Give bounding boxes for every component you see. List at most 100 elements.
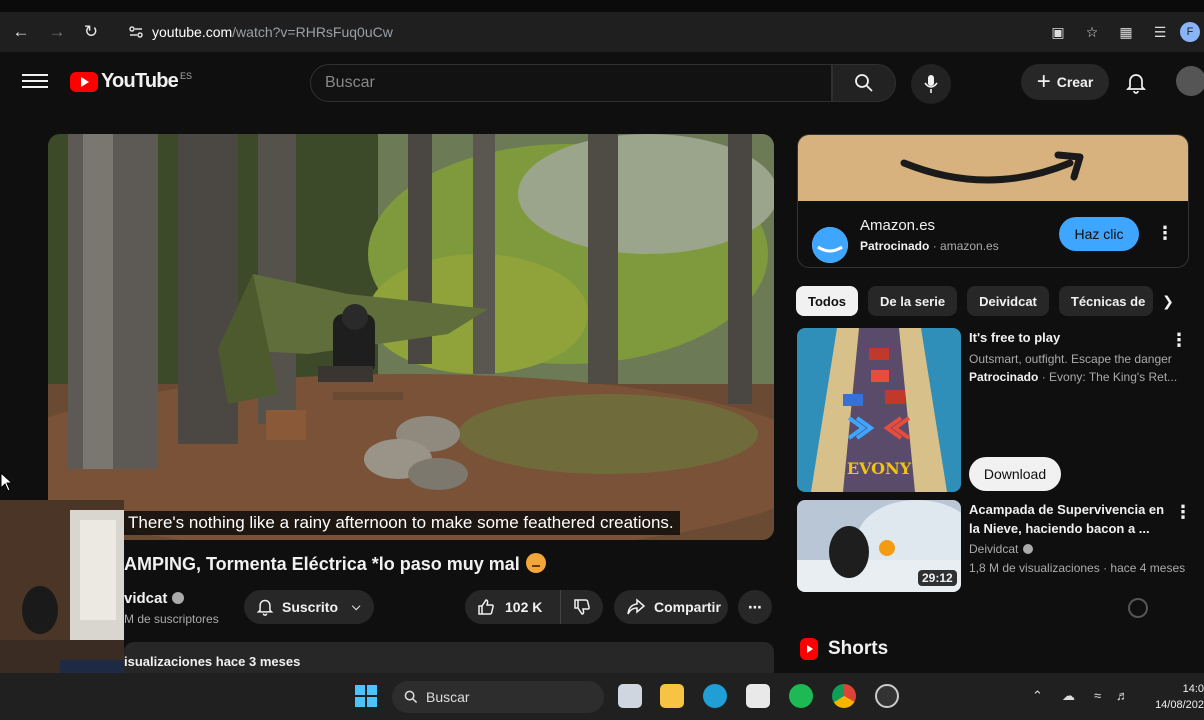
browser-toolbar: ← → ↻ youtube.com/watch?v=RHRsFuq0uCw ▣ … bbox=[0, 12, 1204, 52]
video-title: AMPING, Tormenta Eléctrica *lo paso muy … bbox=[124, 553, 546, 575]
dislike-button[interactable] bbox=[561, 598, 603, 616]
chip-de-la-serie[interactable]: De la serie bbox=[868, 286, 958, 316]
more-horizontal-icon: ⋯ bbox=[748, 598, 762, 615]
video-player[interactable]: There's nothing like a rainy afternoon t… bbox=[48, 134, 774, 540]
subscriber-count: M de suscriptores bbox=[124, 612, 219, 626]
tray-overflow-chevron-icon[interactable]: ⌃ bbox=[1032, 688, 1043, 704]
notifications-button[interactable] bbox=[1122, 69, 1150, 97]
install-app-icon[interactable]: ▣ bbox=[1044, 18, 1072, 46]
back-arrow-icon[interactable]: ← bbox=[4, 15, 38, 49]
browser-tab-strip bbox=[0, 0, 1204, 12]
loading-spinner-icon bbox=[1128, 598, 1148, 618]
chip-todos[interactable]: Todos bbox=[796, 286, 859, 316]
create-label: Crear bbox=[1056, 74, 1094, 90]
amazon-icon bbox=[812, 227, 848, 263]
clock-date: 14/08/202 bbox=[1155, 699, 1204, 711]
chip-deividcat[interactable]: Deividcat bbox=[967, 286, 1049, 316]
game-ad-description: Outsmart, outfight. Escape the danger bbox=[969, 352, 1172, 366]
related-filter-chips: Todos De la serie Deividcat Técnicas de bbox=[796, 286, 1153, 316]
amazon-smile-logo-icon bbox=[900, 151, 1084, 184]
file-explorer-icon[interactable] bbox=[660, 684, 684, 708]
volume-icon[interactable]: ♬ bbox=[1116, 688, 1129, 703]
plus-icon: + bbox=[1036, 68, 1051, 95]
edge-browser-icon[interactable] bbox=[703, 684, 727, 708]
logo-text: YouTube bbox=[101, 70, 179, 92]
download-button[interactable]: Download bbox=[969, 457, 1061, 491]
video-frame bbox=[48, 134, 774, 540]
verified-check-icon bbox=[1023, 544, 1034, 554]
channel-name[interactable]: vidcat bbox=[124, 590, 185, 607]
taskbar-search[interactable]: Buscar bbox=[392, 681, 604, 713]
clock-time: 14:0 bbox=[1182, 683, 1204, 695]
hamburger-menu-icon[interactable] bbox=[22, 70, 48, 94]
share-label: Compartir bbox=[654, 599, 721, 615]
wifi-icon[interactable]: ≈ bbox=[1094, 688, 1101, 703]
youtube-header: YouTube ES + Crear bbox=[0, 52, 1204, 112]
game-ad-sponsor-line: Patrocinado · Evony: The King's Ret... bbox=[969, 370, 1178, 384]
chevron-right-icon[interactable]: ❯ bbox=[1155, 288, 1181, 314]
create-button[interactable]: + Crear bbox=[1021, 64, 1109, 100]
profile-avatar[interactable]: F bbox=[1180, 22, 1200, 42]
video-title-text: AMPING, Tormenta Eléctrica *lo paso muy … bbox=[124, 554, 520, 574]
like-count: 102 K bbox=[505, 599, 543, 615]
taskbar-search-label: Buscar bbox=[426, 689, 470, 705]
voice-search-button[interactable] bbox=[911, 64, 951, 104]
shorts-section-header: Shorts bbox=[800, 638, 888, 660]
search-input[interactable] bbox=[311, 74, 831, 92]
site-settings-icon[interactable] bbox=[128, 24, 144, 40]
youtube-logo[interactable]: YouTube ES bbox=[70, 70, 192, 93]
subscribe-button[interactable]: Suscrito ⌵ bbox=[244, 590, 374, 624]
ad-more-icon[interactable]: ⋮ bbox=[1156, 223, 1174, 243]
game-thumbnail-logo: EVONY bbox=[847, 459, 912, 478]
game-ad-thumbnail[interactable]: EVONY bbox=[797, 328, 961, 492]
system-clock[interactable]: 14:0 14/08/202 bbox=[1150, 681, 1204, 713]
game-ad-more-icon[interactable]: ⋮ bbox=[1170, 330, 1188, 350]
search-button[interactable] bbox=[832, 64, 896, 102]
description-views-date: isualizaciones hace 3 meses bbox=[124, 654, 301, 669]
ad-sponsored-line: Patrocinado · amazon.es bbox=[860, 239, 999, 253]
ad-advertiser: Amazon.es bbox=[860, 217, 936, 234]
forward-arrow-icon[interactable]: → bbox=[40, 15, 74, 49]
like-button[interactable]: 102 K bbox=[465, 590, 561, 624]
mouse-cursor-icon bbox=[0, 472, 12, 492]
shorts-label: Shorts bbox=[828, 638, 889, 659]
ad-cta-button[interactable]: Haz clic bbox=[1059, 217, 1139, 251]
related-video-title[interactable]: Acampada de Supervivencia en la Nieve, h… bbox=[969, 500, 1169, 538]
reload-icon[interactable]: ↻ bbox=[74, 15, 108, 49]
url-text: youtube.com/watch?v=RHRsFuq0uCw bbox=[152, 24, 393, 40]
related-video-channel[interactable]: Deividcat bbox=[969, 540, 1034, 558]
search-box bbox=[310, 64, 832, 102]
microphone-icon bbox=[924, 75, 938, 93]
onedrive-icon[interactable]: ☁ bbox=[1062, 688, 1075, 704]
amazon-banner bbox=[798, 135, 1188, 201]
microsoft-store-icon[interactable] bbox=[746, 684, 770, 708]
chip-tecnicas[interactable]: Técnicas de bbox=[1058, 286, 1153, 316]
game-thumbnail-image: EVONY bbox=[797, 328, 961, 492]
windows-start-icon[interactable] bbox=[355, 685, 377, 707]
extensions-icon[interactable]: ▦ bbox=[1112, 18, 1140, 46]
game-ad-title[interactable]: It's free to play bbox=[969, 328, 1169, 347]
browser-actions: ▣ ☆ ▦ ☰ F bbox=[1044, 12, 1204, 52]
spotify-icon[interactable] bbox=[789, 684, 813, 708]
related-video-more-icon[interactable]: ⋮ bbox=[1174, 502, 1192, 522]
amazon-logo-avatar bbox=[812, 227, 848, 263]
sponsored-ad-card[interactable]: Amazon.es Patrocinado · amazon.es Haz cl… bbox=[797, 134, 1189, 268]
obs-recorder-icon[interactable] bbox=[875, 684, 899, 708]
task-view-icon[interactable] bbox=[618, 684, 642, 708]
verified-check-icon bbox=[172, 592, 185, 604]
bell-icon bbox=[256, 599, 274, 616]
search-icon bbox=[404, 690, 418, 704]
thumbs-up-icon bbox=[478, 599, 494, 615]
share-button[interactable]: Compartir bbox=[614, 590, 728, 624]
chrome-icon[interactable] bbox=[832, 684, 856, 708]
more-actions-button[interactable]: ⋯ bbox=[738, 590, 772, 624]
address-bar[interactable]: youtube.com/watch?v=RHRsFuq0uCw bbox=[118, 17, 1058, 47]
thumbs-down-icon bbox=[574, 599, 590, 615]
video-caption: There's nothing like a rainy afternoon t… bbox=[122, 511, 680, 535]
media-controls-icon[interactable]: ☰ bbox=[1146, 18, 1174, 46]
youtube-play-icon bbox=[70, 71, 98, 92]
account-avatar[interactable] bbox=[1176, 66, 1204, 96]
windows-taskbar: Buscar ⌃ ☁ ≈ ♬ 14:0 14/08/202 bbox=[0, 673, 1204, 720]
bookmark-star-icon[interactable]: ☆ bbox=[1078, 18, 1106, 46]
share-arrow-icon bbox=[627, 598, 646, 615]
